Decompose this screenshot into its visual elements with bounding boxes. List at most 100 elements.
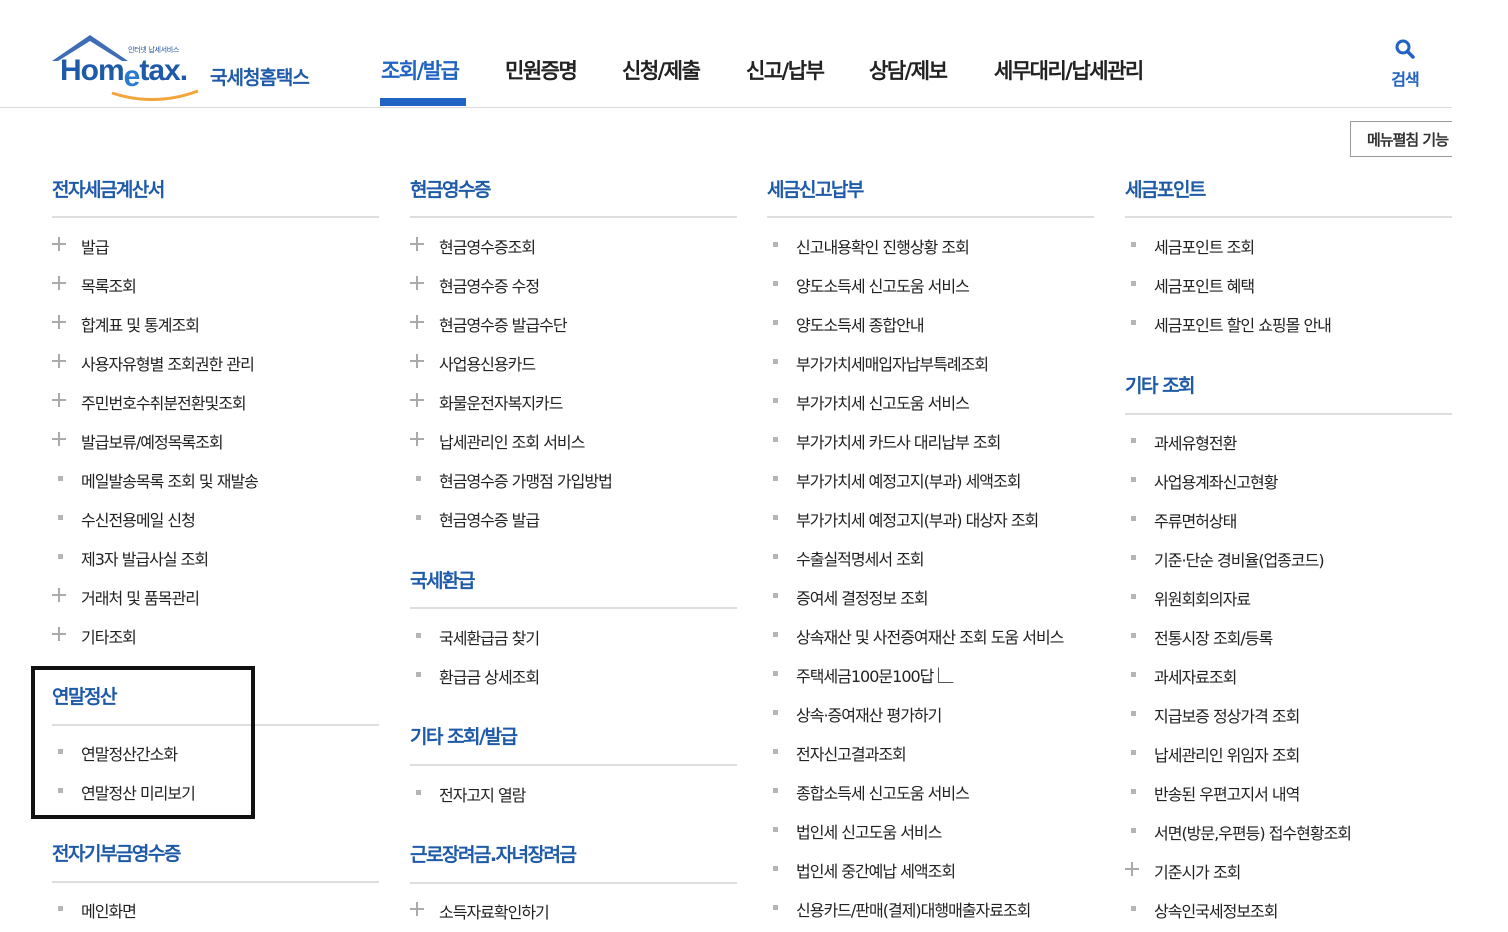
nav-item-application-submit[interactable]: 신청/제출 — [622, 55, 701, 85]
menu-item[interactable]: 수출실적명세서 조회 — [796, 546, 925, 570]
menu-item[interactable]: 종합소득세 신고도움 서비스 — [796, 780, 970, 804]
menu-expand-button[interactable]: 메뉴펼침 기능 — [1350, 121, 1460, 157]
section-title[interactable]: 전자세금계산서 — [52, 175, 165, 202]
menu-item[interactable]: 지급보증 정상가격 조회 — [1154, 703, 1300, 727]
menu-item-label: 상속·증여재산 평가하기 — [796, 706, 942, 725]
menu-item[interactable]: 신용카드/판매(결제)대행매출자료조회 — [796, 897, 1031, 921]
section-title[interactable]: 세금포인트 — [1125, 175, 1206, 202]
menu-item[interactable]: 기준·단순 경비율(업종코드) — [1154, 547, 1325, 571]
hometax-logo[interactable]: 인터넷 납세서비스 Hometax. 국세청홈택스 — [50, 33, 340, 103]
menu-item[interactable]: 위원회회의자료 — [1154, 586, 1251, 610]
menu-item-label: 부가가치세 예정고지(부과) 세액조회 — [796, 472, 1021, 491]
menu-item[interactable]: 기준시가 조회 — [1154, 859, 1241, 883]
menu-item-label: 상속재산 및 사전증여재산 조회 도움 서비스 — [796, 628, 1064, 647]
bullet-icon — [773, 515, 778, 520]
bullet-icon — [1131, 906, 1136, 911]
menu-item[interactable]: 사업용계좌신고현황 — [1154, 469, 1278, 493]
menu-item[interactable]: 주택세금100문100답 — [796, 663, 955, 687]
menu-item[interactable]: 상속인국세정보조회 — [1154, 898, 1278, 922]
menu-item[interactable]: 양도소득세 종합안내 — [796, 312, 925, 336]
section-title[interactable]: 국세환급 — [410, 566, 475, 593]
menu-item-label: 법인세 신고도움 서비스 — [796, 823, 942, 842]
menu-item-label: 세금포인트 조회 — [1154, 238, 1255, 257]
menu-item[interactable]: 납세관리인 조회 서비스 — [439, 429, 585, 453]
menu-item[interactable]: 발급 — [81, 234, 109, 258]
menu-item[interactable]: 현금영수증조회 — [439, 234, 536, 258]
menu-item[interactable]: 세금포인트 할인 쇼핑몰 안내 — [1154, 312, 1332, 336]
menu-item[interactable]: 현금영수증 발급 — [439, 507, 540, 531]
section-title[interactable]: 근로장려금.자녀장려금 — [410, 840, 577, 867]
menu-item[interactable]: 주민번호수취분전환및조회 — [81, 390, 247, 414]
nav-item-tax-agent[interactable]: 세무대리/납세관리 — [994, 55, 1144, 85]
menu-item-label: 기타조회 — [81, 628, 137, 647]
search-icon — [1395, 39, 1415, 59]
menu-item-label: 부가가치세매입자납부특례조회 — [796, 355, 989, 374]
nav-item-consult-report[interactable]: 상담/제보 — [869, 55, 948, 85]
menu-item[interactable]: 법인세 신고도움 서비스 — [796, 819, 942, 843]
menu-item[interactable]: 현금영수증 수정 — [439, 273, 540, 297]
search-button[interactable]: 검색 — [1380, 38, 1430, 90]
menu-item[interactable]: 메일발송목록 조회 및 재발송 — [81, 468, 259, 492]
menu-item[interactable]: 신고내용확인 진행상황 조회 — [796, 234, 970, 258]
menu-item[interactable]: 사업용신용카드 — [439, 351, 536, 375]
menu-item[interactable]: 합계표 및 통계조회 — [81, 312, 200, 336]
menu-item[interactable]: 국세환급금 찾기 — [439, 625, 540, 649]
menu-item[interactable]: 사용자유형별 조회권한 관리 — [81, 351, 255, 375]
menu-item[interactable]: 상속·증여재산 평가하기 — [796, 702, 942, 726]
section-divider — [52, 216, 379, 218]
menu-item[interactable]: 세금포인트 조회 — [1154, 234, 1255, 258]
menu-item[interactable]: 서면(방문,우편등) 접수현황조회 — [1154, 820, 1352, 844]
menu-item[interactable]: 반송된 우편고지서 내역 — [1154, 781, 1300, 805]
menu-item[interactable]: 부가가치세 예정고지(부과) 대상자 조회 — [796, 507, 1039, 531]
menu-item[interactable]: 세금포인트 혜택 — [1154, 273, 1255, 297]
external-link-icon — [938, 667, 955, 683]
menu-item[interactable]: 주류면허상태 — [1154, 508, 1237, 532]
menu-item[interactable]: 소득자료확인하기 — [439, 899, 550, 923]
bullet-icon — [773, 359, 778, 364]
menu-item[interactable]: 발급보류/예정목록조회 — [81, 429, 224, 453]
nav-item-certificates[interactable]: 민원증명 — [505, 55, 578, 85]
bullet-icon — [1131, 281, 1136, 286]
menu-item[interactable]: 환급금 상세조회 — [439, 664, 540, 688]
plus-icon — [52, 393, 66, 407]
section-title[interactable]: 기타 조회/발급 — [410, 722, 518, 749]
menu-item[interactable]: 전자신고결과조회 — [796, 741, 907, 765]
menu-item[interactable]: 증여세 결정정보 조회 — [796, 585, 929, 609]
menu-item[interactable]: 거래처 및 품목관리 — [81, 585, 200, 609]
menu-item[interactable]: 현금영수증 발급수단 — [439, 312, 568, 336]
menu-item-label: 위원회회의자료 — [1154, 590, 1251, 609]
menu-item[interactable]: 현금영수증 가맹점 가입방법 — [439, 468, 613, 492]
menu-item[interactable]: 상속재산 및 사전증여재산 조회 도움 서비스 — [796, 624, 1064, 648]
section-title[interactable]: 세금신고납부 — [767, 175, 864, 202]
menu-item[interactable]: 부가가치세 신고도움 서비스 — [796, 390, 970, 414]
menu-item[interactable]: 과세유형전환 — [1154, 430, 1237, 454]
menu-item[interactable]: 전통시장 조회/등록 — [1154, 625, 1273, 649]
nav-item-inquiry-issue[interactable]: 조회/발급 — [381, 55, 460, 85]
menu-item-label: 사용자유형별 조회권한 관리 — [81, 355, 255, 374]
menu-item[interactable]: 법인세 중간예납 세액조회 — [796, 858, 956, 882]
menu-item[interactable]: 양도소득세 신고도움 서비스 — [796, 273, 970, 297]
bullet-icon — [1131, 633, 1136, 638]
bullet-icon — [416, 790, 421, 795]
section-title[interactable]: 기타 조회 — [1125, 371, 1196, 398]
menu-item[interactable]: 메인화면 — [81, 898, 137, 922]
menu-item[interactable]: 과세자료조회 — [1154, 664, 1237, 688]
menu-item[interactable]: 수신전용메일 신청 — [81, 507, 196, 531]
menu-item[interactable]: 부가가치세 예정고지(부과) 세액조회 — [796, 468, 1021, 492]
menu-item[interactable]: 부가가치세 카드사 대리납부 조회 — [796, 429, 1001, 453]
menu-item[interactable]: 부가가치세매입자납부특례조회 — [796, 351, 989, 375]
menu-item[interactable]: 전자고지 열람 — [439, 782, 526, 806]
menu-item[interactable]: 제3자 발급사실 조회 — [81, 546, 209, 570]
menu-item[interactable]: 목록조회 — [81, 273, 137, 297]
search-label: 검색 — [1391, 70, 1419, 89]
section-title[interactable]: 현금영수증 — [410, 175, 491, 202]
menu-item-label: 사업용계좌신고현황 — [1154, 473, 1278, 492]
menu-item-label: 국세환급금 찾기 — [439, 629, 540, 648]
menu-item-label: 수출실적명세서 조회 — [796, 550, 925, 569]
section-title[interactable]: 전자기부금영수증 — [52, 839, 181, 866]
menu-item-label: 주민번호수취분전환및조회 — [81, 394, 247, 413]
menu-item[interactable]: 화물운전자복지카드 — [439, 390, 563, 414]
menu-item[interactable]: 기타조회 — [81, 624, 137, 648]
menu-item[interactable]: 납세관리인 위임자 조회 — [1154, 742, 1300, 766]
nav-item-report-pay[interactable]: 신고/납부 — [746, 55, 825, 85]
